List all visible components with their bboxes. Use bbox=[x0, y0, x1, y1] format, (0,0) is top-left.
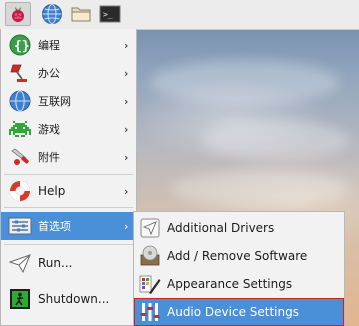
menu-item-help[interactable]: Help › bbox=[1, 177, 136, 205]
menu-item-internet[interactable]: 互联网 › bbox=[1, 87, 136, 115]
svg-text:{}: {} bbox=[14, 39, 30, 54]
submenu-arrow-icon: › bbox=[124, 94, 129, 108]
cloud bbox=[170, 170, 350, 208]
menu-item-label: 首选项 bbox=[38, 220, 71, 233]
raspberry-icon bbox=[12, 7, 24, 22]
submenu-arrow-icon: › bbox=[124, 122, 129, 136]
run-paperplane-icon bbox=[8, 251, 32, 275]
accessories-knife-icon bbox=[8, 145, 32, 169]
terminal-button[interactable]: >_ bbox=[97, 2, 123, 26]
menu-separator bbox=[4, 244, 133, 245]
office-lamp-icon bbox=[8, 61, 32, 85]
menu-item-label: Run... bbox=[38, 256, 73, 270]
menu-item-preferences[interactable]: 首选项 › bbox=[1, 212, 136, 240]
menu-item-label: 办公 bbox=[38, 67, 60, 80]
menu-item-label: Help bbox=[38, 184, 66, 198]
terminal-prompt-text: >_ bbox=[103, 10, 113, 19]
submenu-item-add-remove-software[interactable]: Add / Remove Software bbox=[134, 242, 344, 270]
help-lifebuoy-icon bbox=[8, 179, 32, 203]
submenu-arrow-icon: › bbox=[124, 219, 129, 233]
submenu-item-additional-drivers[interactable]: Additional Drivers bbox=[134, 214, 344, 242]
file-manager-button[interactable] bbox=[68, 2, 94, 26]
menu-item-shutdown[interactable]: Shutdown... bbox=[1, 285, 136, 313]
menu-item-label: 互联网 bbox=[38, 95, 71, 108]
application-menu: {} 编程 › 办公 › 互联网 › 游戏 › 附件 › Help › 首选项 … bbox=[0, 29, 137, 326]
menu-item-accessories[interactable]: 附件 › bbox=[1, 143, 136, 171]
folder-icon bbox=[71, 7, 91, 22]
cloud bbox=[150, 60, 340, 105]
menu-item-games[interactable]: 游戏 › bbox=[1, 115, 136, 143]
menu-item-label: 游戏 bbox=[38, 123, 60, 136]
submenu-arrow-icon: › bbox=[124, 38, 129, 52]
submenu-item-appearance-settings[interactable]: Appearance Settings bbox=[134, 270, 344, 298]
submenu-arrow-icon: › bbox=[124, 184, 129, 198]
globe-icon bbox=[42, 4, 62, 24]
menu-item-run[interactable]: Run... bbox=[1, 249, 136, 277]
menu-item-programming[interactable]: {} 编程 › bbox=[1, 31, 136, 59]
terminal-icon: >_ bbox=[99, 5, 121, 23]
preferences-submenu: Additional Drivers Add / Remove Software bbox=[133, 211, 345, 326]
submenu-item-label: Audio Device Settings bbox=[167, 305, 299, 319]
menu-item-label: 附件 bbox=[38, 151, 60, 164]
internet-globe-icon bbox=[8, 89, 32, 113]
programming-icon: {} bbox=[8, 33, 32, 57]
menu-item-label: Shutdown... bbox=[38, 292, 110, 306]
submenu-arrow-icon: › bbox=[124, 150, 129, 164]
shutdown-exit-icon bbox=[8, 287, 32, 311]
menu-item-office[interactable]: 办公 › bbox=[1, 59, 136, 87]
submenu-item-audio-device-settings[interactable]: Audio Device Settings bbox=[134, 298, 344, 326]
audio-mixer-icon bbox=[139, 301, 161, 323]
submenu-item-label: Additional Drivers bbox=[167, 221, 275, 235]
submenu-arrow-icon: › bbox=[124, 66, 129, 80]
menu-separator bbox=[4, 207, 133, 208]
software-disc-icon bbox=[139, 245, 161, 267]
taskbar: >_ bbox=[0, 0, 359, 30]
drivers-icon bbox=[139, 217, 161, 239]
appearance-icon bbox=[139, 273, 161, 295]
submenu-item-label: Add / Remove Software bbox=[167, 249, 308, 263]
preferences-icon bbox=[8, 214, 32, 238]
cloud bbox=[200, 120, 350, 160]
games-invader-icon bbox=[8, 117, 32, 141]
submenu-item-label: Appearance Settings bbox=[167, 277, 293, 291]
raspberry-menu-button[interactable] bbox=[5, 2, 31, 26]
web-browser-button[interactable] bbox=[39, 2, 65, 26]
menu-separator bbox=[4, 174, 133, 175]
menu-item-label: 编程 bbox=[38, 39, 60, 52]
